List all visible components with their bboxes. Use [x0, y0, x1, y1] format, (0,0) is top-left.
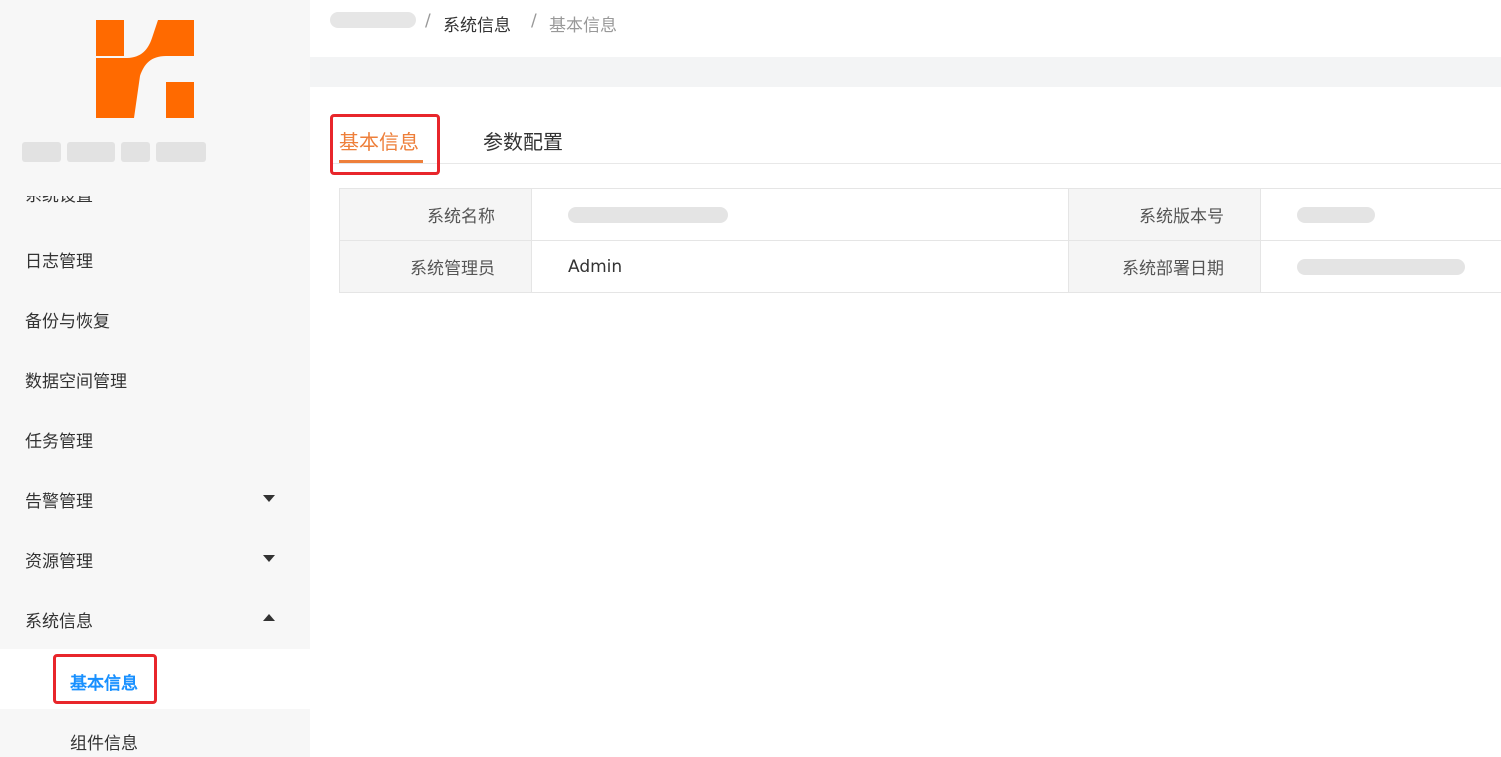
sidebar-item-label: 任务管理 — [25, 431, 93, 452]
sidebar-item-label: 备份与恢复 — [25, 311, 110, 332]
system-version-label: 系统版本号 — [1069, 189, 1261, 241]
sidebar-item-data-space[interactable]: 数据空间管理 — [0, 349, 310, 409]
sidebar-item-system-info[interactable]: 系统信息 — [0, 589, 310, 649]
breadcrumb-root-redacted[interactable] — [330, 12, 416, 28]
sidebar-item-log-management[interactable]: 日志管理 — [0, 229, 310, 289]
sidebar-item-label: 系统信息 — [25, 611, 93, 632]
sidebar-subitem-component-info[interactable]: 组件信息 — [70, 729, 138, 754]
sidebar-item-resource-management[interactable]: 资源管理 — [0, 529, 310, 589]
chevron-up-icon — [263, 614, 275, 621]
sidebar-subitem-active-bg — [0, 649, 310, 709]
sidebar-item-label: 告警管理 — [25, 491, 93, 512]
sidebar-item-label: 数据空间管理 — [25, 371, 127, 392]
system-name-label: 系统名称 — [340, 189, 532, 241]
sidebar-subitem-basic-info[interactable]: 基本信息 — [70, 669, 138, 694]
breadcrumb-separator: / — [425, 11, 431, 31]
chevron-down-icon — [263, 555, 275, 562]
tabs-divider — [330, 163, 1501, 164]
system-name-value — [532, 189, 1069, 241]
breadcrumb-separator: / — [531, 11, 537, 31]
chevron-down-icon — [263, 495, 275, 502]
company-logo — [96, 20, 194, 118]
breadcrumb-basic-info: 基本信息 — [549, 16, 617, 36]
sidebar-item-label: 日志管理 — [25, 251, 93, 272]
deploy-date-label: 系统部署日期 — [1069, 241, 1261, 293]
redacted-value — [1297, 258, 1465, 275]
brand-name-redacted — [22, 140, 206, 164]
system-admin-label: 系统管理员 — [340, 241, 532, 293]
tab-basic-info[interactable]: 基本信息 — [339, 126, 419, 155]
system-admin-value: Admin — [532, 241, 1069, 293]
sidebar-item-alarm-management[interactable]: 告警管理 — [0, 469, 310, 529]
redacted-value — [568, 206, 728, 223]
tab-parameter-config[interactable]: 参数配置 — [483, 126, 563, 155]
system-info-table: 系统名称 系统版本号 系统管理员 Admin 系统部署日期 — [339, 188, 1501, 293]
header-divider-band — [310, 57, 1501, 87]
sidebar-item-clipped[interactable]: 系统设置 — [25, 196, 93, 210]
breadcrumb-system-info[interactable]: 系统信息 — [443, 11, 511, 36]
deploy-date-value — [1261, 241, 1501, 293]
sidebar: 系统设置 日志管理 备份与恢复 数据空间管理 任务管理 告警管理 资源管理 系统… — [0, 0, 310, 757]
sidebar-item-backup-restore[interactable]: 备份与恢复 — [0, 289, 310, 349]
redacted-value — [1297, 206, 1375, 223]
sidebar-item-label: 资源管理 — [25, 551, 93, 572]
system-version-value — [1261, 189, 1501, 241]
sidebar-item-task-management[interactable]: 任务管理 — [0, 409, 310, 469]
